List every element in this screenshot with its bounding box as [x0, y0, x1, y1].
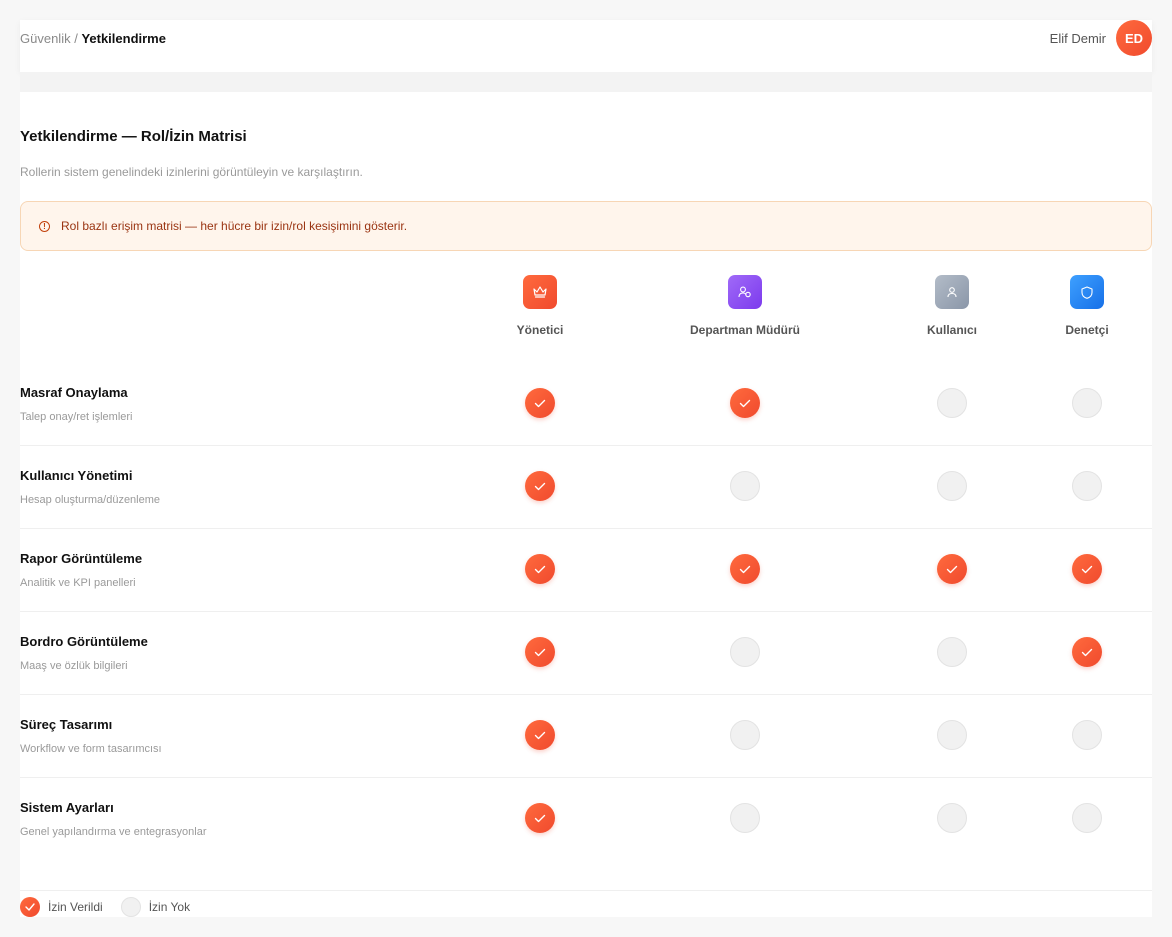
table-row: Masraf Onaylama Talep onay/ret işlemleri — [20, 363, 1152, 446]
permission-granted-check[interactable] — [937, 554, 967, 584]
breadcrumb-parent[interactable]: Güvenlik / — [20, 31, 78, 46]
permission-desc: Workflow ve form tasarımcısı — [20, 743, 162, 755]
user-icon — [935, 275, 969, 309]
permission-granted-check[interactable] — [525, 720, 555, 750]
table-row: Süreç Tasarımı Workflow ve form tasarımcı… — [20, 695, 1152, 778]
table-row: Bordro Görüntüleme Maaş ve özlük bilgiler… — [20, 612, 1152, 695]
page-subtitle: Rollerin sistem genelindeki izinlerini g… — [20, 165, 363, 179]
avatar[interactable]: ED — [1116, 20, 1152, 56]
top-bar: Güvenlik / Yetkilendirme Elif Demir ED — [20, 20, 1152, 72]
permission-denied-cell[interactable] — [730, 803, 760, 833]
user-name: Elif Demir — [1049, 30, 1106, 46]
permission-name: Kullanıcı Yönetimi — [20, 468, 133, 483]
info-icon: ! — [39, 220, 50, 232]
permission-granted-check[interactable] — [525, 471, 555, 501]
permission-desc: Maaş ve özlük bilgileri — [20, 660, 128, 672]
table-row: Sistem Ayarları Genel yapılandırma ve ent… — [20, 778, 1152, 891]
empty-circle-icon — [120, 897, 141, 917]
legend-denied: İzin Yok — [120, 897, 191, 917]
permission-name: Sistem Ayarları — [20, 800, 114, 815]
permission-denied-cell[interactable] — [937, 388, 967, 418]
permission-desc: Talep onay/ret işlemleri — [20, 411, 133, 423]
role-label: Yönetici — [516, 323, 564, 337]
crown-icon — [523, 275, 557, 309]
role-column-header: Departman Müdürü — [655, 275, 835, 337]
permission-granted-check[interactable] — [730, 554, 760, 584]
role-column-header: Denetçi — [997, 275, 1172, 337]
header-divider-band — [20, 72, 1152, 92]
breadcrumb-current: Yetkilendirme — [81, 31, 166, 46]
role-column-header: Yönetici — [450, 275, 630, 337]
shield-icon — [1070, 275, 1104, 309]
legend-granted-label: İzin Verildi — [48, 900, 103, 914]
permission-denied-cell[interactable] — [1072, 388, 1102, 418]
table-row: Rapor Görüntüleme Analitik ve KPI panelle… — [20, 529, 1152, 612]
permission-denied-cell[interactable] — [730, 720, 760, 750]
permission-denied-cell[interactable] — [937, 720, 967, 750]
permission-granted-check[interactable] — [1072, 637, 1102, 667]
user-menu[interactable]: Elif Demir ED — [1050, 20, 1152, 56]
permission-denied-cell[interactable] — [1072, 471, 1102, 501]
permission-denied-cell[interactable] — [1072, 803, 1102, 833]
legend-granted: İzin Verildi — [20, 897, 103, 917]
breadcrumb: Güvenlik / Yetkilendirme — [20, 31, 166, 46]
users-icon — [728, 275, 762, 309]
legend-denied-label: İzin Yok — [148, 900, 191, 914]
table-row: Kullanıcı Yönetimi Hesap oluşturma/düzenl… — [20, 446, 1152, 529]
permission-denied-cell[interactable] — [730, 637, 760, 667]
permission-name: Masraf Onaylama — [20, 385, 128, 400]
permission-name: Süreç Tasarımı — [20, 717, 113, 732]
permission-desc: Analitik ve KPI panelleri — [20, 577, 136, 589]
page-title: Yetkilendirme — Rol/İzin Matrisi — [20, 128, 247, 145]
permission-denied-cell[interactable] — [937, 637, 967, 667]
permission-name: Rapor Görüntüleme — [20, 551, 143, 566]
permission-desc: Genel yapılandırma ve entegrasyonlar — [20, 826, 207, 838]
permission-granted-check[interactable] — [525, 637, 555, 667]
permission-denied-cell[interactable] — [937, 803, 967, 833]
permission-desc: Hesap oluşturma/düzenleme — [20, 494, 161, 506]
permission-denied-cell[interactable] — [730, 471, 760, 501]
role-label: Departman Müdürü — [689, 323, 800, 337]
permission-denied-cell[interactable] — [937, 471, 967, 501]
app-frame: Güvenlik / Yetkilendirme Elif Demir ED Y… — [20, 20, 1152, 917]
permission-granted-check[interactable] — [525, 554, 555, 584]
check-icon — [20, 897, 40, 917]
permission-denied-cell[interactable] — [1072, 720, 1102, 750]
alert-text: Rol bazlı erişim matrisi — her hücre bir… — [61, 219, 408, 233]
permission-granted-check[interactable] — [730, 388, 760, 418]
permission-granted-check[interactable] — [525, 388, 555, 418]
role-label: Denetçi — [1065, 323, 1109, 337]
info-alert: ! Rol bazlı erişim matrisi — her hücre b… — [20, 201, 1152, 251]
legend: İzin Verildi İzin Yok — [20, 896, 208, 918]
permission-granted-check[interactable] — [525, 803, 555, 833]
permission-granted-check[interactable] — [1072, 554, 1102, 584]
permission-name: Bordro Görüntüleme — [20, 634, 148, 649]
